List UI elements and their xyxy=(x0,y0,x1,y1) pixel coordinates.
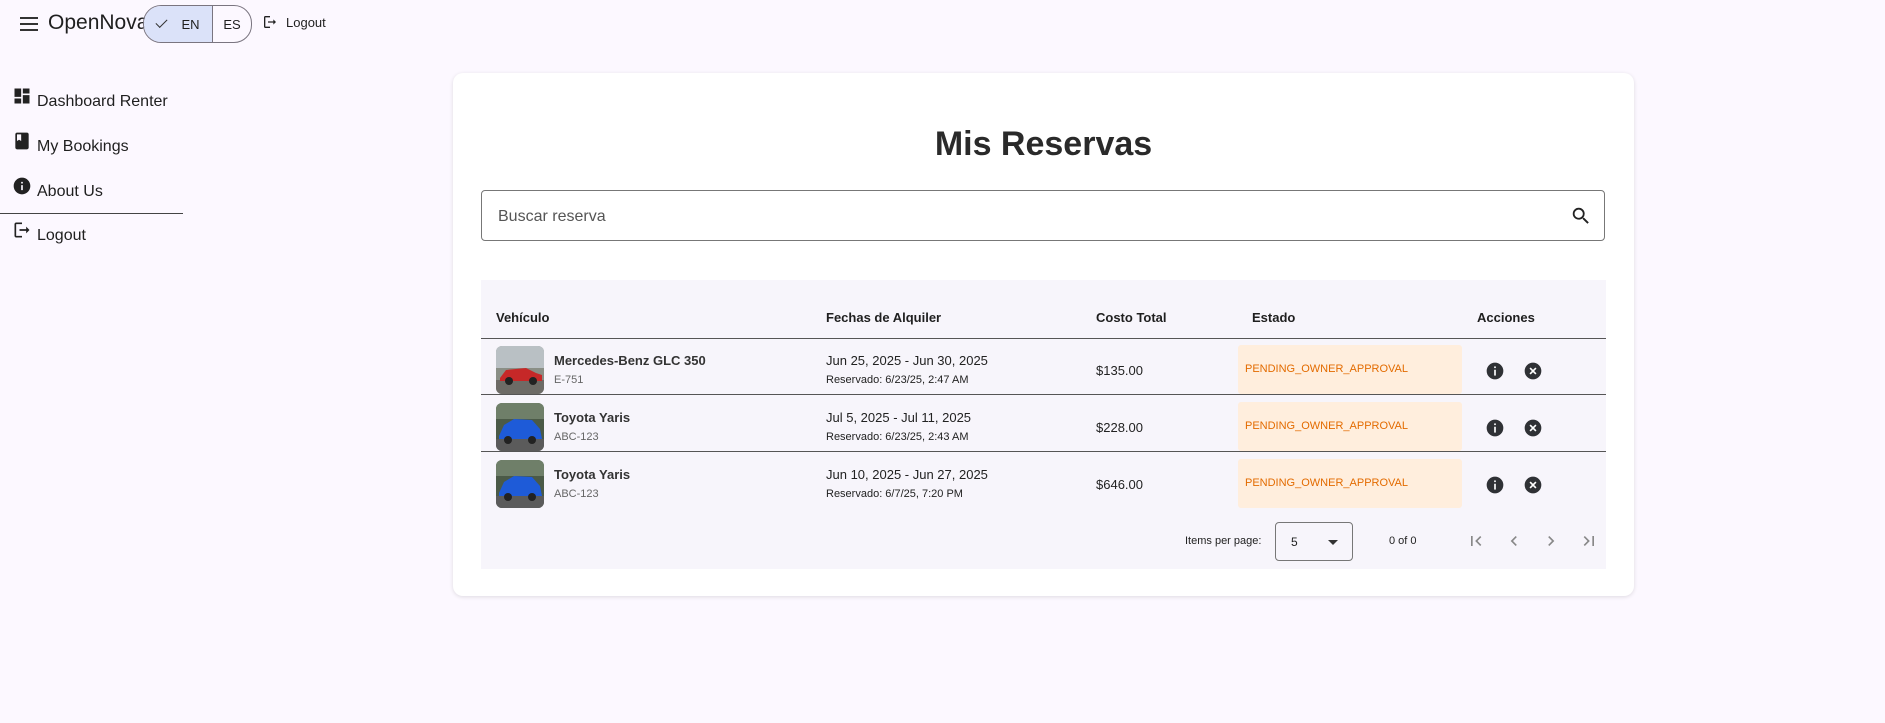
table-row[interactable]: Mercedes-Benz GLC 350 E-751 Jun 25, 2025… xyxy=(481,338,1606,395)
language-en-label: EN xyxy=(181,16,200,32)
bookings-table: Vehículo Fechas de Alquiler Costo Total … xyxy=(481,280,1606,569)
items-per-page-label: Items per page: xyxy=(1185,535,1262,547)
check-icon xyxy=(155,15,168,29)
vehicle-plate: ABC-123 xyxy=(554,431,599,443)
top-logout-label: Logout xyxy=(286,14,326,30)
page-title: Mis Reservas xyxy=(934,125,1153,163)
total-cost: $135.00 xyxy=(1096,363,1143,378)
vehicle-plate: ABC-123 xyxy=(554,488,599,500)
search-field xyxy=(481,190,1605,242)
page-size-select[interactable]: 5 xyxy=(1275,522,1353,561)
first-page-icon[interactable] xyxy=(1466,531,1486,551)
dashboard-icon xyxy=(14,88,30,104)
column-header-cost[interactable]: Costo Total xyxy=(1096,310,1167,325)
reserved-at: Reservado: 6/23/25, 2:47 AM xyxy=(826,374,969,386)
app-brand: OpenNova xyxy=(48,11,149,34)
cancel-icon[interactable] xyxy=(1523,418,1543,438)
status-badge: PENDING_OWNER_APPROVAL xyxy=(1238,459,1462,508)
column-header-status[interactable]: Estado xyxy=(1252,310,1295,325)
logout-icon xyxy=(264,16,276,28)
language-option-es[interactable]: ES xyxy=(213,6,251,42)
sidebar-item-logout[interactable]: Logout xyxy=(0,214,183,259)
info-icon[interactable] xyxy=(1485,418,1505,438)
vehicle-name: Mercedes-Benz GLC 350 xyxy=(554,353,706,368)
column-header-vehicle[interactable]: Vehículo xyxy=(496,310,549,325)
previous-page-icon[interactable] xyxy=(1504,531,1524,551)
sidebar-item-label: About Us xyxy=(37,183,103,200)
sidebar-item-my-bookings[interactable]: My Bookings xyxy=(0,125,183,170)
sidebar: Dashboard Renter My Bookings About Us Lo… xyxy=(0,80,183,259)
next-page-icon[interactable] xyxy=(1541,531,1561,551)
book-icon xyxy=(15,132,29,150)
vehicle-plate: E-751 xyxy=(554,374,584,386)
last-page-icon[interactable] xyxy=(1579,531,1599,551)
column-header-actions: Acciones xyxy=(1477,310,1535,325)
vehicle-name: Toyota Yaris xyxy=(554,467,631,482)
page-size-value: 5 xyxy=(1291,535,1298,549)
total-cost: $228.00 xyxy=(1096,420,1143,435)
language-option-en[interactable]: EN xyxy=(144,6,213,42)
logout-icon xyxy=(14,222,30,238)
total-cost: $646.00 xyxy=(1096,477,1143,492)
language-toggle: EN ES xyxy=(143,5,252,43)
search-input[interactable] xyxy=(496,191,1550,242)
status-badge: PENDING_OWNER_APPROVAL xyxy=(1238,402,1462,451)
table-row[interactable]: Toyota Yaris ABC-123 Jun 10, 2025 - Jun … xyxy=(481,452,1606,509)
language-es-label: ES xyxy=(223,16,241,32)
cancel-icon[interactable] xyxy=(1523,475,1543,495)
info-icon[interactable] xyxy=(1485,475,1505,495)
reserved-at: Reservado: 6/23/25, 2:43 AM xyxy=(826,431,969,443)
cancel-icon[interactable] xyxy=(1523,361,1543,381)
info-icon xyxy=(13,177,31,195)
rental-dates: Jun 10, 2025 - Jun 27, 2025 xyxy=(826,467,988,482)
sidebar-item-label: Dashboard Renter xyxy=(37,93,168,110)
vehicle-thumbnail xyxy=(496,403,544,451)
top-logout-button[interactable]: Logout xyxy=(262,14,326,30)
vehicle-thumbnail xyxy=(496,346,544,394)
menu-icon[interactable] xyxy=(18,13,40,35)
page-range-label: 0 of 0 xyxy=(1389,535,1417,547)
reserved-at: Reservado: 6/7/25, 7:20 PM xyxy=(826,488,963,500)
sidebar-item-about-us[interactable]: About Us xyxy=(0,170,183,215)
sidebar-item-label: Logout xyxy=(37,227,86,244)
rental-dates: Jul 5, 2025 - Jul 11, 2025 xyxy=(826,410,972,425)
column-header-dates[interactable]: Fechas de Alquiler xyxy=(826,310,941,325)
rental-dates: Jun 25, 2025 - Jun 30, 2025 xyxy=(826,353,988,368)
sidebar-item-label: My Bookings xyxy=(37,138,129,155)
bookings-card: Mis Reservas Vehículo Fechas de Alquiler… xyxy=(453,73,1634,596)
chevron-down-icon xyxy=(1328,540,1338,545)
vehicle-name: Toyota Yaris xyxy=(554,410,631,425)
sidebar-item-dashboard[interactable]: Dashboard Renter xyxy=(0,80,183,125)
search-icon[interactable] xyxy=(1570,205,1592,227)
vehicle-thumbnail xyxy=(496,460,544,508)
table-row[interactable]: Toyota Yaris ABC-123 Jul 5, 2025 - Jul 1… xyxy=(481,395,1606,452)
top-bar: OpenNova EN ES Logout xyxy=(0,0,400,48)
status-badge: PENDING_OWNER_APPROVAL xyxy=(1238,345,1462,394)
info-icon[interactable] xyxy=(1485,361,1505,381)
